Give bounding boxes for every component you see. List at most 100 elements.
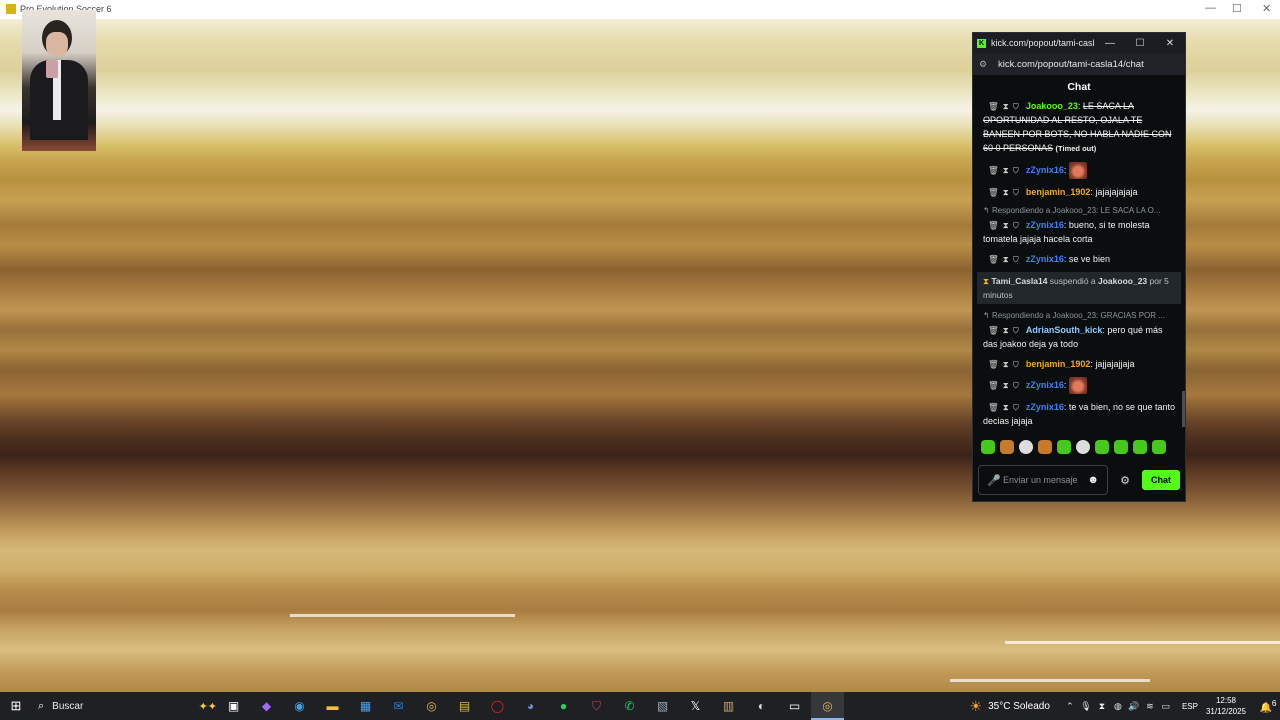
moderation-icons[interactable]: 🗑⧗⛉ xyxy=(988,357,1023,371)
moderation-icons[interactable]: 🗑⧗⛉ xyxy=(988,323,1023,337)
chat-popout-window: K kick.com/popout/tami-casla... — ☐ ✕ ⚙ … xyxy=(972,32,1186,502)
opera-icon[interactable]: ◯ xyxy=(481,692,514,720)
emote-button[interactable] xyxy=(1057,440,1071,454)
minimize-button[interactable]: — xyxy=(1205,2,1216,14)
battery-icon[interactable]: ▭ xyxy=(1158,701,1174,712)
moderation-icons[interactable]: 🗑⧗⛉ xyxy=(988,99,1023,113)
shield-app-icon[interactable]: ⛉ xyxy=(580,692,613,720)
address-bar[interactable]: ⚙ kick.com/popout/tami-casla14/chat xyxy=(973,53,1185,75)
emote-button[interactable] xyxy=(1038,440,1052,454)
copilot-sparkle-icon: ✦✦ xyxy=(198,700,217,713)
microphone-tray-icon[interactable]: 🎙 xyxy=(1078,701,1094,712)
moderation-icons[interactable]: 🗑⧗⛉ xyxy=(988,218,1023,232)
moderation-icons[interactable]: 🗑⧗⛉ xyxy=(988,185,1023,199)
chat-settings-gear-icon[interactable]: ⚙ xyxy=(1108,474,1142,487)
emote-image xyxy=(1068,162,1087,179)
task-view-icon[interactable]: ▣ xyxy=(217,692,250,720)
notice-verb: suspendió a xyxy=(1049,276,1096,286)
chat-message: 🗑⧗⛉ zZynix16: te va bien, no se que tanto… xyxy=(983,400,1176,426)
chat-input[interactable] xyxy=(1003,475,1088,485)
emote-button[interactable] xyxy=(1114,440,1128,454)
outlook-icon[interactable]: ✉ xyxy=(382,692,415,720)
obs-icon[interactable]: ◐ xyxy=(745,692,778,720)
discord-icon[interactable]: ◕ xyxy=(514,692,547,720)
file-explorer-icon[interactable]: ▬ xyxy=(316,692,349,720)
chat-username[interactable]: zZynix16 xyxy=(1026,220,1064,230)
pes6-game-icon[interactable]: ▤ xyxy=(448,692,481,720)
clock[interactable]: 12:58 31/12/2025 xyxy=(1206,695,1246,717)
game-launcher-icon[interactable]: ▥ xyxy=(712,692,745,720)
chat-username[interactable]: benjamin_1902 xyxy=(1026,359,1091,369)
notice-target[interactable]: Joakooo_23 xyxy=(1098,276,1147,286)
emote-button[interactable] xyxy=(1152,440,1166,454)
send-chat-button[interactable]: Chat xyxy=(1142,470,1180,490)
emoji-picker-icon[interactable]: ☻ xyxy=(1087,474,1099,486)
chat-message-list[interactable]: 🗑⧗⛉ Joakooo_23: LE SACA LA OPORTUNIDAD AL… xyxy=(973,99,1185,436)
game-app-icon xyxy=(6,4,16,14)
epic-games-icon[interactable]: ▭ xyxy=(778,692,811,720)
copilot-icon[interactable]: ◆ xyxy=(250,692,283,720)
mic-tray-icon[interactable]: ◍ xyxy=(1110,701,1126,712)
reply-context[interactable]: ↰ Respondiendo a Joakooo_23: GRACIAS POR… xyxy=(983,310,1175,322)
chat-username[interactable]: zZynix16 xyxy=(1026,380,1064,390)
whatsapp-icon[interactable]: ✆ xyxy=(613,692,646,720)
site-settings-icon[interactable]: ⚙ xyxy=(979,59,991,70)
x-twitter-icon[interactable]: 𝕏 xyxy=(679,692,712,720)
photo-app-icon[interactable]: ▧ xyxy=(646,692,679,720)
chat-scrollbar[interactable] xyxy=(1182,391,1185,427)
emote-button[interactable] xyxy=(981,440,995,454)
chevron-up-icon[interactable]: ⌃ xyxy=(1062,701,1078,712)
language-indicator[interactable]: ESP xyxy=(1182,702,1198,711)
taskbar-search[interactable]: ⌕ Buscar ✦✦ xyxy=(32,692,217,720)
close-button[interactable]: ✕ xyxy=(1262,2,1271,15)
chat-username[interactable]: zZynix16 xyxy=(1026,165,1064,175)
reply-context-text: Respondiendo a Joakooo_23: GRACIAS POR .… xyxy=(991,311,1165,320)
system-tray: ☀ 35°C Soleado ⌃ 🎙 ⧗ ◍ 🔊 ≋ ▭ ESP 12:58 3… xyxy=(970,692,1280,720)
webcam-person-face xyxy=(46,32,68,56)
chrome-icon[interactable]: ◎ xyxy=(415,692,448,720)
microsoft-store-icon[interactable]: ▦ xyxy=(349,692,382,720)
chat-close-button[interactable]: ✕ xyxy=(1155,38,1185,49)
moderation-icons[interactable]: 🗑⧗⛉ xyxy=(988,252,1023,266)
search-label: Buscar xyxy=(52,700,84,712)
emote-button[interactable] xyxy=(1019,440,1033,454)
address-url: kick.com/popout/tami-casla14/chat xyxy=(998,58,1144,70)
speaker-icon[interactable]: 🔊 xyxy=(1126,701,1142,712)
maximize-button[interactable]: ☐ xyxy=(1232,2,1242,15)
spotify-icon[interactable]: ● xyxy=(547,692,580,720)
chat-username[interactable]: AdrianSouth_kick xyxy=(1026,325,1103,335)
reply-context[interactable]: ↰ Respondiendo a Joakooo_23: LE SACA LA … xyxy=(983,205,1175,217)
light-streak xyxy=(1005,641,1280,644)
notification-count: 6 xyxy=(1271,698,1277,709)
weather-widget[interactable]: ☀ 35°C Soleado xyxy=(970,698,1050,715)
quick-emote-bar xyxy=(973,436,1185,458)
hourglass-tray-icon[interactable]: ⧗ xyxy=(1094,701,1110,712)
timed-out-label: (Timed out) xyxy=(1055,144,1097,153)
webcam-overlay xyxy=(22,10,96,151)
emote-button[interactable] xyxy=(1000,440,1014,454)
moderation-icons[interactable]: 🗑⧗⛉ xyxy=(988,163,1023,177)
emote-button[interactable] xyxy=(1076,440,1090,454)
edge-browser-icon[interactable]: ◉ xyxy=(283,692,316,720)
chat-window-title: kick.com/popout/tami-casla... xyxy=(991,38,1095,48)
search-icon: ⌕ xyxy=(38,699,45,712)
notification-bell-icon[interactable]: 🔔6 xyxy=(1256,698,1280,713)
microphone-icon[interactable]: 🎤 xyxy=(987,474,1003,487)
moderation-icons[interactable]: 🗑⧗⛉ xyxy=(988,400,1023,414)
reply-context-text: Respondiendo a Joakooo_23: LE SACA LA O.… xyxy=(991,206,1161,215)
clock-date: 31/12/2025 xyxy=(1205,707,1246,716)
chat-message: 🗑⧗⛉ benjamin_1902: jajjajajjaja xyxy=(988,357,1135,371)
moderation-icons[interactable]: 🗑⧗⛉ xyxy=(988,378,1023,392)
emote-button[interactable] xyxy=(1095,440,1109,454)
chat-maximize-button[interactable]: ☐ xyxy=(1125,38,1155,49)
chat-username[interactable]: zZynix16 xyxy=(1026,254,1064,264)
notice-actor[interactable]: Tami_Casla14 xyxy=(991,276,1047,286)
chrome-active-icon[interactable]: ◎ xyxy=(811,692,844,720)
emote-button[interactable] xyxy=(1133,440,1147,454)
wifi-icon[interactable]: ≋ xyxy=(1142,701,1158,712)
chat-minimize-button[interactable]: — xyxy=(1095,38,1125,49)
chat-username[interactable]: Joakooo_23 xyxy=(1026,101,1078,111)
windows-start-icon[interactable]: ⊞ xyxy=(0,698,32,714)
chat-username[interactable]: benjamin_1902 xyxy=(1026,187,1091,197)
chat-username[interactable]: zZynix16 xyxy=(1026,402,1064,412)
